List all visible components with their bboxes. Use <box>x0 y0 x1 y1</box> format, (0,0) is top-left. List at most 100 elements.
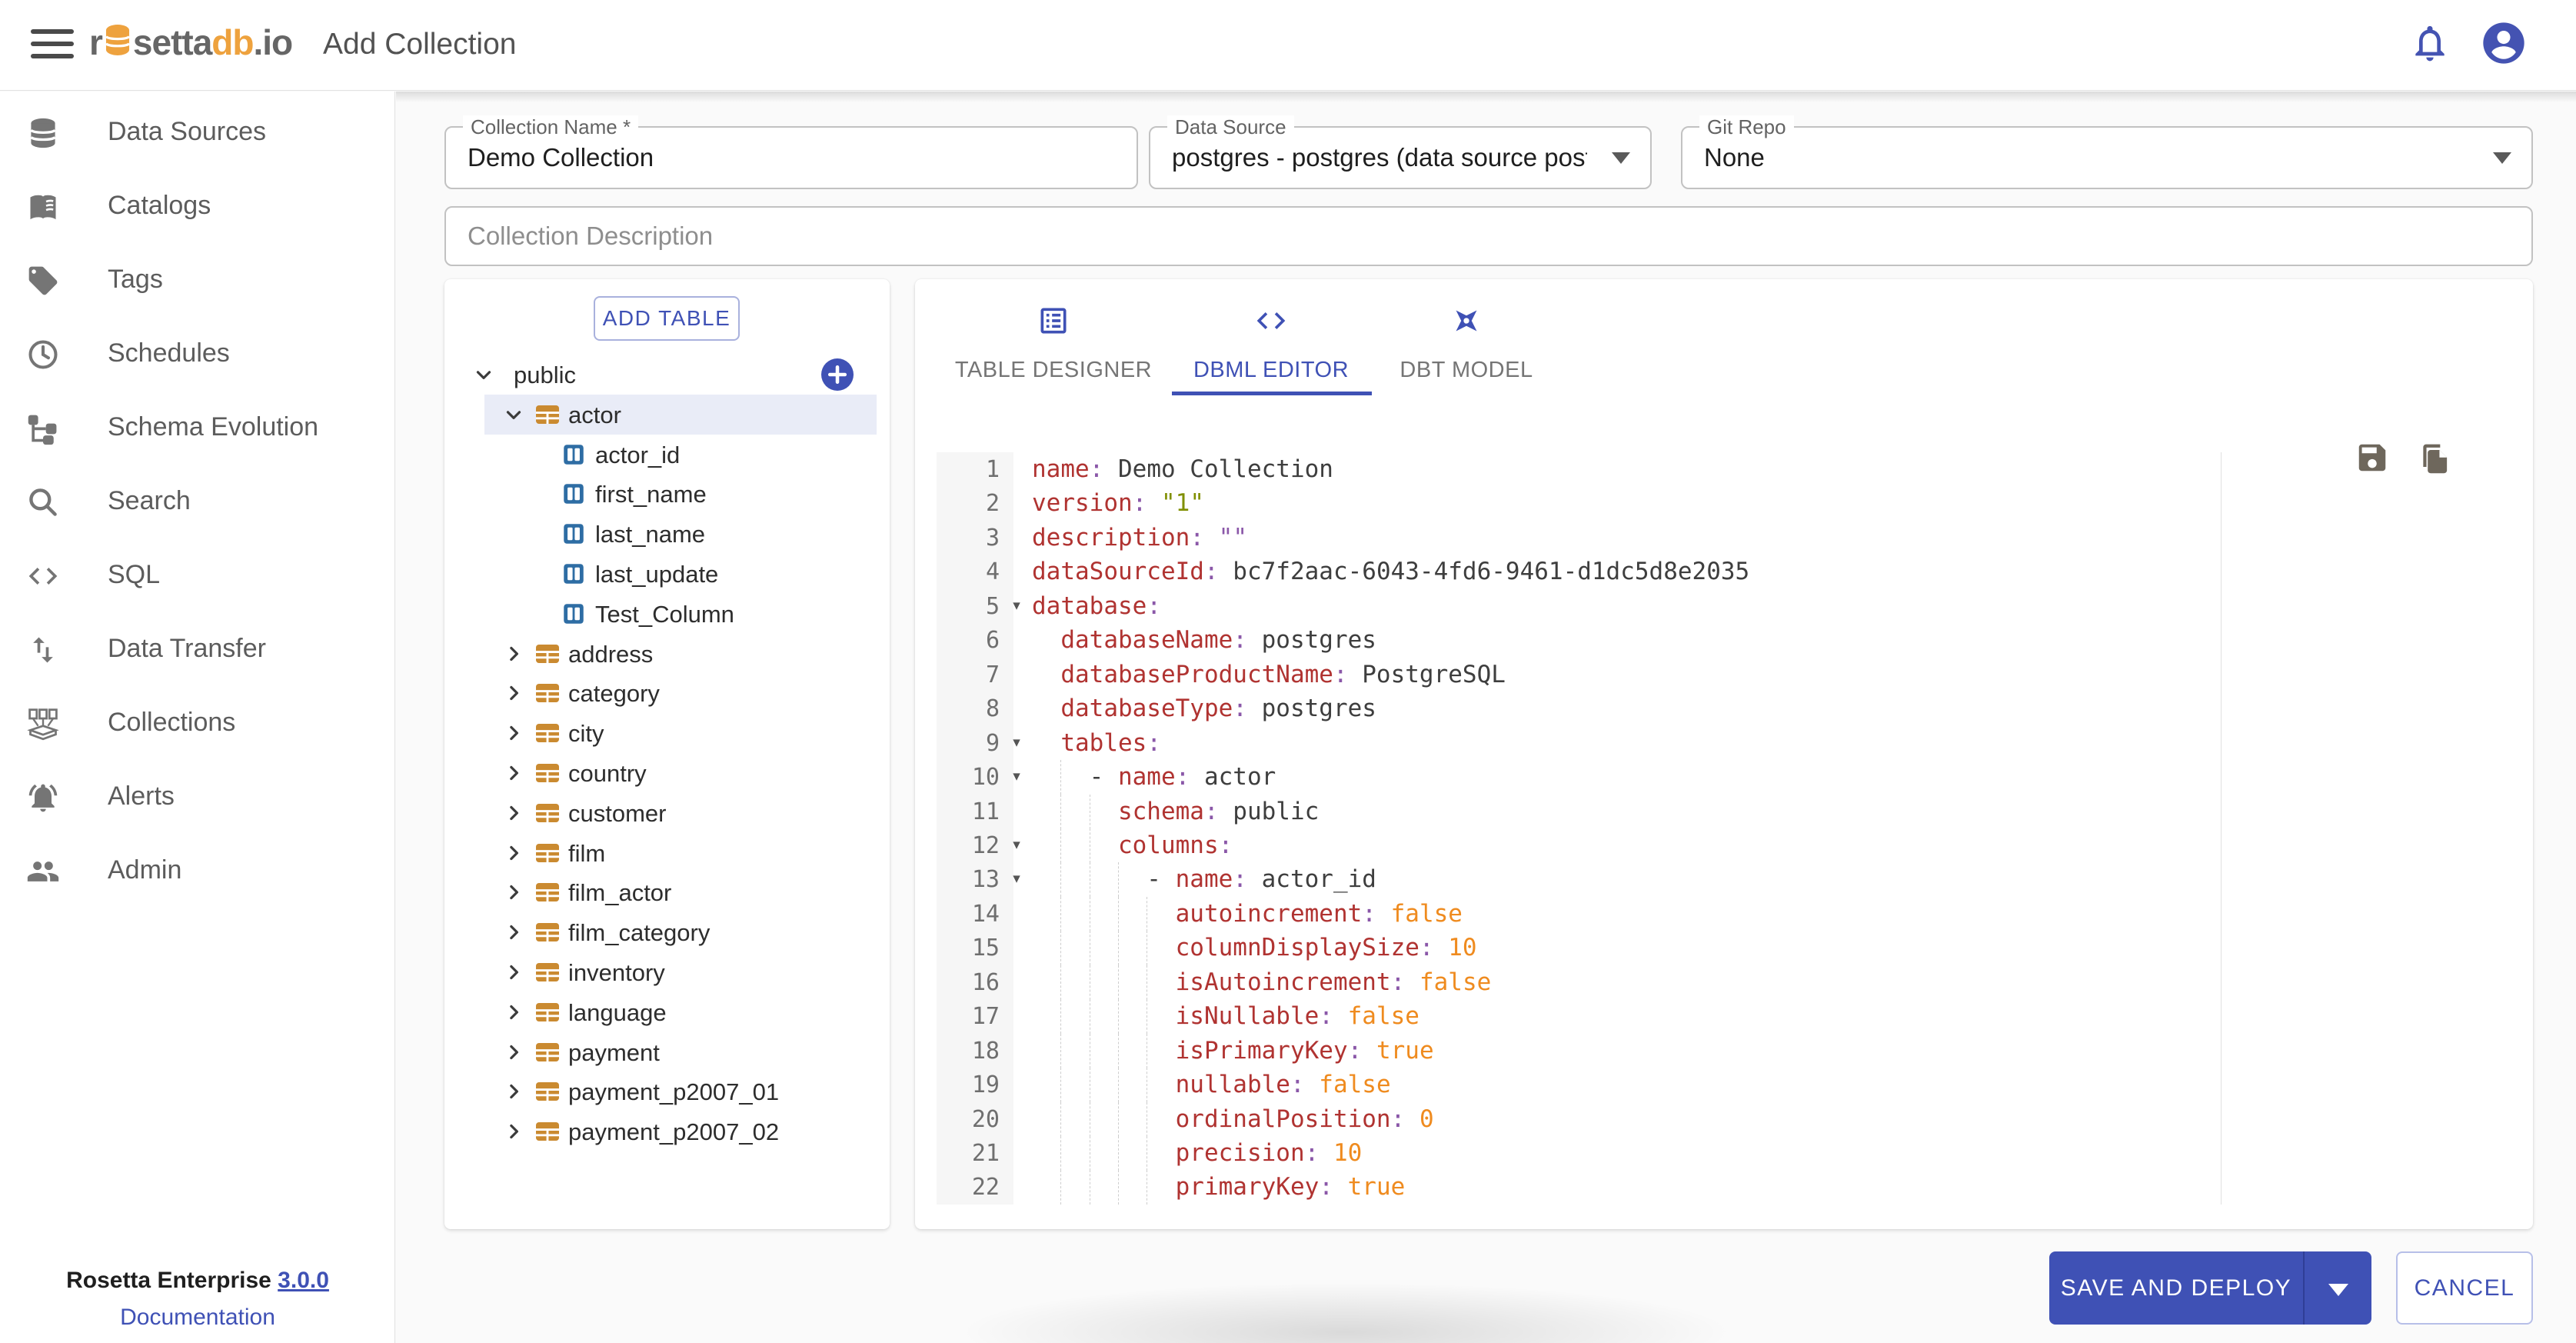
code-line[interactable]: 11 schema: public <box>937 795 2221 829</box>
code-line[interactable]: 18 isPrimaryKey: true <box>937 1034 2221 1068</box>
chevron-right-icon[interactable] <box>502 761 525 785</box>
chevron-right-icon[interactable] <box>502 1041 525 1064</box>
sidebar-item-data-sources[interactable]: Data Sources <box>0 96 395 170</box>
tree-node-city[interactable]: city <box>444 713 890 753</box>
tree-column-last_name[interactable]: last_name <box>444 514 890 554</box>
tree-node-inventory[interactable]: inventory <box>444 952 890 992</box>
sidebar-item-data-transfer[interactable]: Data Transfer <box>0 613 395 687</box>
code-line[interactable]: 17 isNullable: false <box>937 999 2221 1034</box>
sidebar-item-admin[interactable]: Admin <box>0 835 395 908</box>
sidebar-item-schema-evolution[interactable]: Schema Evolution <box>0 392 395 465</box>
save-file-icon[interactable] <box>2355 440 2390 475</box>
tree-node-film_actor[interactable]: film_actor <box>444 872 890 912</box>
code-line[interactable]: 22 primaryKey: true <box>937 1170 2221 1205</box>
tree-column-last_update[interactable]: last_update <box>444 554 890 594</box>
code-line[interactable]: 2version: "1" <box>937 486 2221 521</box>
code-text: isNullable: false <box>1032 999 1419 1034</box>
sidebar-item-tags[interactable]: Tags <box>0 244 395 318</box>
documentation-link[interactable]: Documentation <box>0 1305 395 1331</box>
copy-icon[interactable] <box>2418 442 2453 477</box>
chevron-right-icon[interactable] <box>502 881 525 904</box>
sidebar-item-schedules[interactable]: Schedules <box>0 318 395 392</box>
menu-icon[interactable] <box>31 29 74 62</box>
chevron-right-icon[interactable] <box>502 841 525 865</box>
save-options-dropdown[interactable] <box>2303 1251 2371 1325</box>
chevron-right-icon[interactable] <box>502 642 525 665</box>
tree-node-customer[interactable]: customer <box>444 793 890 833</box>
cancel-button[interactable]: CANCEL <box>2396 1251 2533 1325</box>
collection-description-input[interactable] <box>468 208 2510 265</box>
code-line[interactable]: 3description: "" <box>937 521 2221 555</box>
sidebar-item-alerts[interactable]: Alerts <box>0 761 395 835</box>
chevron-right-icon[interactable] <box>502 721 525 745</box>
code-line[interactable]: 7 databaseProductName: PostgreSQL <box>937 658 2221 692</box>
code-line[interactable]: 8 databaseType: postgres <box>937 691 2221 726</box>
tree-column-actor_id[interactable]: actor_id <box>444 435 890 475</box>
tree-node-payment_p2007_02[interactable]: payment_p2007_02 <box>444 1111 890 1151</box>
version-link[interactable]: 3.0.0 <box>278 1268 329 1293</box>
tab-dbt-model[interactable]: DBT MODEL <box>1375 302 1558 395</box>
save-and-deploy-button[interactable]: SAVE AND DEPLOY <box>2049 1251 2303 1325</box>
code-line[interactable]: 10▾ - name: actor <box>937 760 2221 795</box>
tree-node-public[interactable]: public <box>444 355 890 395</box>
code-line[interactable]: 13▾ - name: actor_id <box>937 862 2221 897</box>
tree-node-payment[interactable]: payment <box>444 1032 890 1072</box>
code-line[interactable]: 12▾ columns: <box>937 828 2221 863</box>
fold-arrow-icon[interactable]: ▾ <box>1009 828 1024 863</box>
code-line[interactable]: 16 isAutoincrement: false <box>937 965 2221 1000</box>
fold-arrow-icon[interactable]: ▾ <box>1009 589 1024 624</box>
code-line[interactable]: 14 autoincrement: false <box>937 897 2221 931</box>
tab-table-designer[interactable]: TABLE DESIGNER <box>940 302 1167 395</box>
tab-dbml-editor[interactable]: DBML EDITOR <box>1167 302 1375 395</box>
add-table-button[interactable]: ADD TABLE <box>594 296 740 341</box>
catalog-icon <box>26 190 60 224</box>
table-icon <box>534 759 561 787</box>
tree-node-address[interactable]: address <box>444 634 890 674</box>
code-line[interactable]: 19 nullable: false <box>937 1068 2221 1102</box>
tree-node-category[interactable]: category <box>444 673 890 713</box>
tree-node-film_category[interactable]: film_category <box>444 912 890 952</box>
sidebar-item-catalogs[interactable]: Catalogs <box>0 170 395 244</box>
chevron-right-icon[interactable] <box>502 961 525 984</box>
code-line[interactable]: 6 databaseName: postgres <box>937 623 2221 658</box>
chevron-right-icon[interactable] <box>502 801 525 825</box>
tree-node-film[interactable]: film <box>444 833 890 873</box>
sidebar-item-search[interactable]: Search <box>0 465 395 539</box>
code-line[interactable]: 5▾database: <box>937 589 2221 624</box>
code-text: description: "" <box>1032 521 1247 555</box>
code-line[interactable]: 21 precision: 10 <box>937 1136 2221 1171</box>
tab-label: TABLE DESIGNER <box>940 358 1167 383</box>
code-line[interactable]: 9▾ tables: <box>937 726 2221 761</box>
code-line[interactable]: 1name: Demo Collection <box>937 452 2221 487</box>
chevron-right-icon[interactable] <box>502 1080 525 1103</box>
chevron-right-icon[interactable] <box>502 681 525 705</box>
notifications-bell-icon[interactable] <box>2408 22 2451 65</box>
code-line[interactable]: 4dataSourceId: bc7f2aac-6043-4fd6-9461-d… <box>937 555 2221 589</box>
fold-arrow-icon[interactable]: ▾ <box>1009 726 1024 761</box>
collection-name-input[interactable] <box>468 128 1115 188</box>
chevron-right-icon[interactable] <box>502 1001 525 1024</box>
code-text: nullable: false <box>1032 1068 1391 1102</box>
code-line[interactable]: 15 columnDisplaySize: 10 <box>937 931 2221 965</box>
chevron-down-icon[interactable] <box>502 403 525 426</box>
logo[interactable]: rsettadb.io <box>89 22 292 69</box>
sidebar-item-sql[interactable]: SQL <box>0 539 395 613</box>
git-repo-select[interactable]: Git Repo None <box>1681 126 2533 189</box>
data-source-select[interactable]: Data Source postgres - postgres (data so… <box>1149 126 1652 189</box>
code-line[interactable]: 20 ordinalPosition: 0 <box>937 1102 2221 1137</box>
code-text: databaseType: postgres <box>1032 691 1376 726</box>
user-avatar-icon[interactable] <box>2479 18 2528 68</box>
code-text: autoincrement: false <box>1032 897 1463 931</box>
sidebar-item-collections[interactable]: Collections <box>0 687 395 761</box>
tree-node-language[interactable]: language <box>444 992 890 1032</box>
chevron-right-icon[interactable] <box>502 1120 525 1143</box>
tree-node-country[interactable]: country <box>444 753 890 793</box>
tree-column-first_name[interactable]: first_name <box>444 474 890 514</box>
chevron-down-icon[interactable] <box>472 363 495 386</box>
fold-arrow-icon[interactable]: ▾ <box>1009 760 1024 795</box>
fold-arrow-icon[interactable]: ▾ <box>1009 862 1024 897</box>
chevron-right-icon[interactable] <box>502 921 525 944</box>
tree-node-actor[interactable]: actor <box>444 395 890 435</box>
tree-node-payment_p2007_01[interactable]: payment_p2007_01 <box>444 1071 890 1111</box>
tree-column-Test_Column[interactable]: Test_Column <box>444 594 890 634</box>
